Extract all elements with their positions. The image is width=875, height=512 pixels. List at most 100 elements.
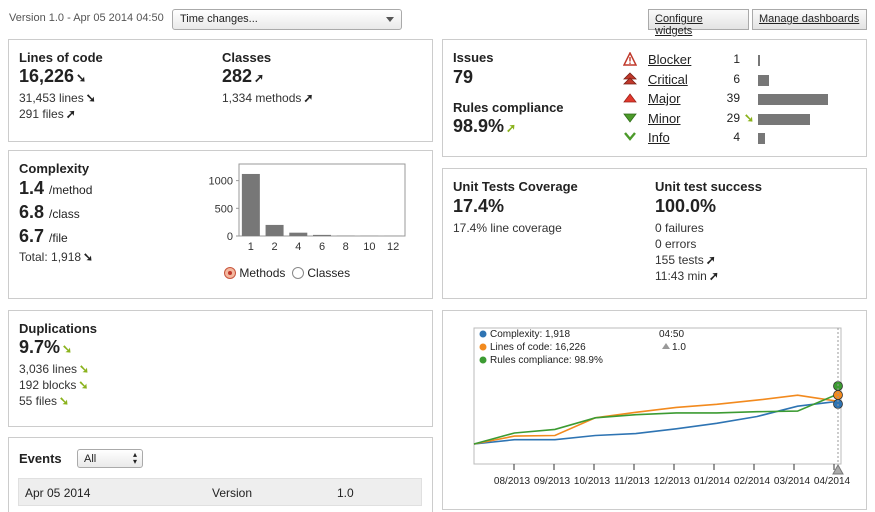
major-count: 39 (726, 91, 740, 105)
y-tick-label: 1000 (209, 176, 233, 188)
issues-value[interactable]: 79 (453, 67, 473, 88)
manage-dashboards-button[interactable]: Manage dashboards (752, 9, 867, 30)
x-tick-label: 4 (295, 241, 301, 253)
event-date: Apr 05 2014 (25, 486, 91, 500)
severity-row-major: Major 39 (623, 90, 863, 108)
duplications-value[interactable]: 9.7% (19, 337, 60, 357)
x-tick-label: 2 (272, 241, 278, 253)
version-label: Version 1.0 - Apr 05 2014 04:50 (9, 12, 164, 24)
dup-blocks[interactable]: 192 blocks (19, 378, 76, 392)
lines-row: 31,453 lines ➘ (19, 91, 96, 105)
test-time[interactable]: 11:43 min (655, 269, 707, 283)
duplications-value-row: 9.7% ➘ (19, 337, 72, 358)
trend-up-icon: ➚ (705, 253, 716, 267)
major-bar (758, 94, 828, 105)
trend-down-icon: ➘ (83, 250, 94, 264)
line-coverage[interactable]: 17.4% line coverage (453, 221, 562, 235)
test-success-label: Unit test success (655, 179, 762, 194)
dup-files-row: 55 files ➘ (19, 394, 69, 408)
trend-down-green-icon: ➘ (59, 394, 70, 408)
legend-swatch (479, 356, 487, 364)
loc-value[interactable]: 16,226 (19, 66, 74, 86)
loc-value-row: 16,226 ➘ (19, 66, 86, 87)
minor-count: 29 (726, 111, 740, 125)
coverage-label: Unit Tests Coverage (453, 179, 578, 194)
per-class-value[interactable]: 6.8 (19, 202, 44, 222)
trend-up-green-icon: ➚ (506, 121, 517, 135)
severity-row-critical: Critical 6 (623, 71, 863, 89)
coverage-value[interactable]: 17.4% (453, 196, 504, 217)
complexity-per-file: 6.7 /file (19, 226, 68, 247)
dup-files[interactable]: 55 files (19, 394, 57, 408)
tests-count[interactable]: 155 tests (655, 253, 704, 267)
severity-row-blocker: Blocker 1 (623, 51, 863, 69)
trend-down-green-icon: ➘ (78, 378, 89, 392)
methods-radio[interactable] (224, 267, 236, 279)
x-tick-label: 01/2014 (694, 476, 731, 487)
minor-icon (623, 113, 637, 123)
trend-down-green-icon: ➘ (79, 362, 90, 376)
legend-label: Lines of code: 16,226 (490, 342, 586, 353)
blocker-icon (623, 52, 637, 66)
classes-radio[interactable] (292, 267, 305, 279)
critical-count: 6 (733, 72, 740, 86)
events-label: Events (19, 451, 62, 466)
files-value[interactable]: 291 files (19, 107, 64, 121)
bar (241, 173, 260, 236)
x-tick-label: 03/2014 (774, 476, 811, 487)
trend-down-green-icon: ➘ (744, 111, 755, 125)
x-tick-label: 6 (319, 241, 325, 253)
events-filter-select[interactable]: All ▴ ▾ (77, 449, 143, 468)
x-tick-label: 10/2013 (574, 476, 611, 487)
rules-compliance-value[interactable]: 98.9% (453, 116, 504, 136)
legend-label: Rules compliance: 98.9% (490, 355, 603, 366)
y-tick-label: 0 (227, 231, 233, 243)
spinner-arrows-icon: ▴ ▾ (132, 450, 137, 466)
dup-lines[interactable]: 3,036 lines (19, 362, 77, 376)
critical-link[interactable]: Critical (648, 72, 688, 87)
legend-version: 1.0 (672, 342, 686, 353)
complexity-total[interactable]: Total: 1,918 (19, 250, 81, 264)
blocker-count: 1 (733, 52, 740, 66)
trend-down-green-icon: ➘ (62, 342, 73, 356)
trend-down-icon: ➘ (85, 91, 96, 105)
blocker-link[interactable]: Blocker (648, 52, 691, 67)
configure-widgets-button[interactable]: Configure widgets (648, 9, 749, 37)
bar (265, 224, 284, 236)
per-method-value[interactable]: 1.4 (19, 178, 44, 198)
test-success-value[interactable]: 100.0% (655, 196, 716, 217)
per-file-unit: /file (49, 231, 68, 245)
x-tick-label: 08/2013 (494, 476, 531, 487)
event-name: 1.0 (337, 486, 354, 500)
time-changes-select[interactable]: Time changes... (172, 9, 402, 30)
x-tick-label: 1 (248, 241, 254, 253)
major-icon (623, 93, 637, 103)
methods-value[interactable]: 1,334 methods (222, 91, 301, 105)
timeline-chart: 08/2013 09/2013 10/2013 11/2013 12/2013 01/20… (473, 327, 851, 487)
trend-up-icon: ➚ (303, 91, 314, 105)
x-tick-label: 11/2013 (614, 476, 650, 487)
files-row: 291 files ➚ (19, 107, 76, 121)
info-bar (758, 133, 765, 144)
complexity-per-method: 1.4 /method (19, 178, 92, 199)
trend-up-icon: ➚ (254, 71, 265, 85)
classes-radio-label[interactable]: Classes (307, 266, 350, 280)
info-link[interactable]: Info (648, 130, 670, 145)
dup-lines-row: 3,036 lines ➘ (19, 362, 89, 376)
classes-value[interactable]: 282 (222, 66, 252, 86)
test-failures[interactable]: 0 failures (655, 221, 704, 235)
methods-radio-label[interactable]: Methods (239, 266, 285, 280)
test-errors[interactable]: 0 errors (655, 237, 696, 251)
complexity-total-row: Total: 1,918 ➘ (19, 250, 93, 264)
per-file-value[interactable]: 6.7 (19, 226, 44, 246)
blocker-bar (758, 55, 760, 66)
critical-bar (758, 75, 769, 86)
minor-link[interactable]: Minor (648, 111, 681, 126)
major-link[interactable]: Major (648, 91, 681, 106)
tests-row: 155 tests ➚ (655, 253, 716, 267)
severity-row-info: Info 4 (623, 129, 863, 147)
dup-blocks-row: 192 blocks ➘ (19, 378, 88, 392)
event-row[interactable]: Apr 05 2014 Version 1.0 (18, 478, 422, 506)
complexity-label: Complexity (19, 161, 90, 176)
lines-value[interactable]: 31,453 lines (19, 91, 84, 105)
